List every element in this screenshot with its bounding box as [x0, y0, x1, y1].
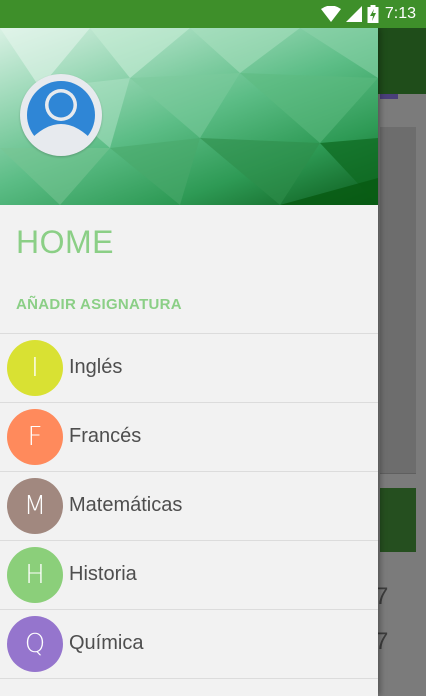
subject-name: Inglés: [69, 356, 123, 378]
drawer-header: [0, 28, 378, 205]
status-time: 7:13: [384, 5, 416, 22]
subject-item-matematicas[interactable]: M Matemáticas: [0, 472, 378, 541]
subject-item-frances[interactable]: F Francés: [0, 403, 378, 472]
signal-icon: [345, 6, 362, 22]
status-bar: 7:13: [0, 0, 426, 28]
subject-item-historia[interactable]: H Historia: [0, 541, 378, 610]
subject-letter-avatar: F: [7, 409, 63, 465]
subject-list: I Inglés F Francés M Matemáticas H Histo…: [0, 333, 378, 679]
subject-name: Química: [69, 632, 144, 654]
battery-charging-icon: [367, 5, 379, 23]
subject-item-quimica[interactable]: Q Química: [0, 610, 378, 679]
wifi-icon: [320, 6, 341, 22]
subject-item-ingles[interactable]: I Inglés: [0, 334, 378, 403]
subject-letter-avatar: Q: [7, 616, 63, 672]
navigation-drawer: HOME AÑADIR ASIGNATURA I Inglés F Francé…: [0, 28, 378, 696]
subject-letter-avatar: H: [7, 547, 63, 603]
drawer-title[interactable]: HOME: [16, 224, 114, 261]
subject-letter-avatar: M: [7, 478, 63, 534]
subject-letter-avatar: I: [7, 340, 63, 396]
subject-name: Matemáticas: [69, 494, 183, 516]
user-avatar-icon[interactable]: [20, 74, 102, 156]
subject-name: Francés: [69, 425, 142, 447]
add-subject-button[interactable]: AÑADIR ASIGNATURA: [16, 296, 182, 313]
subject-name: Historia: [69, 563, 137, 585]
